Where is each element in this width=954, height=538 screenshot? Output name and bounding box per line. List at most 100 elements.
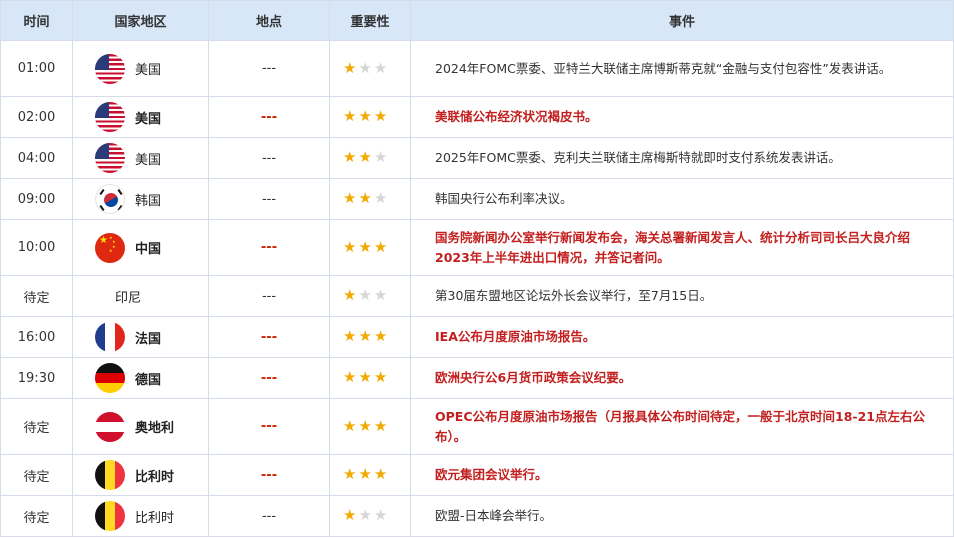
us-flag-icon xyxy=(95,53,125,84)
star-filled-icon: ★ xyxy=(373,327,388,345)
star-filled-icon: ★ xyxy=(358,368,372,386)
country-cell: 比利时 xyxy=(72,454,209,496)
event-cell: 2025年FOMC票委、克利夫兰联储主席梅斯特就即时支付系统发表讲话。 xyxy=(410,137,954,179)
importance-cell: ★ ★ ★ xyxy=(329,178,411,220)
event-time: 10:00 xyxy=(17,240,56,255)
importance-stars: ★ ★ ★ xyxy=(343,237,389,256)
importance-stars: ★ ★ ★ xyxy=(343,416,389,435)
header-time: 时间 xyxy=(0,0,73,41)
star-filled-icon: ★ xyxy=(358,189,372,207)
event-text: 欧盟-日本峰会举行。 xyxy=(435,508,553,523)
importance-cell: ★ ★ ★ xyxy=(329,40,411,97)
be-flag-icon xyxy=(95,501,125,531)
header-importance: 重要性 xyxy=(329,0,411,41)
place-value: --- xyxy=(260,329,278,345)
country-name: 法国 xyxy=(135,331,162,347)
place-value: --- xyxy=(260,240,278,255)
star-empty-icon: ★ xyxy=(373,506,388,524)
event-time: 09:00 xyxy=(17,191,56,207)
star-filled-icon: ★ xyxy=(358,237,372,256)
importance-stars: ★ ★ ★ xyxy=(343,329,389,344)
importance-stars: ★ ★ ★ xyxy=(343,508,389,523)
table-row: 待定 印尼 --- ★ ★ ★ 第30届东盟地区论坛外长会议举行，至7月15日。 xyxy=(0,275,954,317)
country-name: 美国 xyxy=(135,63,162,78)
country-cell: 比利时 xyxy=(72,495,209,537)
country-name: 印尼 xyxy=(115,290,142,306)
place-value: --- xyxy=(261,61,277,76)
place-cell: --- xyxy=(208,398,330,455)
star-empty-icon: ★ xyxy=(358,506,372,524)
at-flag-icon xyxy=(95,411,125,442)
star-empty-icon: ★ xyxy=(358,286,372,304)
event-cell: 欧元集团会议举行。 xyxy=(410,454,954,496)
place-cell: --- xyxy=(208,454,330,496)
event-text: 欧洲央行公6月货币政策会议纪要。 xyxy=(435,370,632,385)
table-row: 01:00 美国 --- ★ ★ ★ 2024年FOMC票委、亚特兰大联储主席博斯蒂克就“金… xyxy=(0,40,954,97)
place-value: --- xyxy=(260,109,278,125)
event-cell: 欧盟-日本峰会举行。 xyxy=(410,495,954,537)
place-value: --- xyxy=(260,419,278,434)
cn-flag-icon: ★ ★ ★ ★ ★ xyxy=(95,232,125,263)
star-filled-icon: ★ xyxy=(358,148,372,166)
country-cell: 法国 xyxy=(72,316,209,358)
place-value: --- xyxy=(261,508,277,524)
event-cell: 韩国央行公布利率决议。 xyxy=(410,178,954,220)
importance-cell: ★ ★ ★ xyxy=(329,96,411,138)
country-cell: 德国 xyxy=(72,357,209,399)
importance-cell: ★ ★ ★ xyxy=(329,219,411,276)
place-value: --- xyxy=(261,191,277,207)
place-cell: --- xyxy=(208,316,330,358)
star-filled-icon: ★ xyxy=(343,58,357,77)
header-place: 地点 xyxy=(208,0,330,41)
country-cell: 韩国 xyxy=(72,178,209,220)
place-cell: --- xyxy=(208,96,330,138)
header-event: 事件 xyxy=(410,0,954,41)
importance-cell: ★ ★ ★ xyxy=(329,495,411,537)
event-cell: 国务院新闻办公室举行新闻发布会，海关总署新闻发言人、统计分析司司长吕大良介绍20… xyxy=(410,219,954,276)
star-filled-icon: ★ xyxy=(373,416,388,435)
star-empty-icon: ★ xyxy=(373,189,388,207)
country-name: 韩国 xyxy=(135,193,162,209)
event-text: 2024年FOMC票委、亚特兰大联储主席博斯蒂克就“金融与支付包容性”发表讲话。 xyxy=(435,60,892,76)
importance-cell: ★ ★ ★ xyxy=(329,398,411,455)
star-empty-icon: ★ xyxy=(373,286,388,304)
time-cell: 02:00 xyxy=(0,96,73,138)
kr-flag-icon xyxy=(95,184,125,214)
country-name: 奥地利 xyxy=(135,421,175,436)
star-filled-icon: ★ xyxy=(343,327,357,345)
star-empty-icon: ★ xyxy=(358,58,372,77)
event-time: 待定 xyxy=(23,510,50,526)
star-filled-icon: ★ xyxy=(343,237,357,256)
table-row: 16:00 法国 --- ★ ★ ★ IEA公布月度原油市场报告。 xyxy=(0,316,954,358)
place-value: --- xyxy=(260,370,278,386)
star-filled-icon: ★ xyxy=(373,368,388,386)
economic-calendar-table: 时间 国家地区 地点 重要性 事件 01:00 美国 --- ★ ★ ★ 2024年FOMC… xyxy=(0,0,954,537)
time-cell: 04:00 xyxy=(0,137,73,179)
us-flag-icon xyxy=(95,143,125,173)
event-time: 01:00 xyxy=(17,61,56,76)
importance-stars: ★ ★ ★ xyxy=(343,150,389,165)
time-cell: 待定 xyxy=(0,275,73,317)
importance-stars: ★ ★ ★ xyxy=(343,109,389,124)
country-cell: 奥地利 xyxy=(72,398,209,455)
event-time: 待定 xyxy=(23,290,50,306)
time-cell: 10:00 xyxy=(0,219,73,276)
event-text: 美联储公布经济状况褐皮书。 xyxy=(435,109,598,124)
place-cell: --- xyxy=(208,137,330,179)
table-row: 待定 奥地利 --- ★ ★ ★ OPEC公布月度原油市场报告（月报具体公布时间待定，一般于… xyxy=(0,398,954,455)
event-time: 16:00 xyxy=(17,329,56,345)
star-filled-icon: ★ xyxy=(358,465,372,483)
table-row: 19:30 德国 --- ★ ★ ★ 欧洲央行公6月货币政策会议纪要。 xyxy=(0,357,954,399)
us-flag-icon xyxy=(95,102,125,132)
place-cell: --- xyxy=(208,275,330,317)
fr-flag-icon xyxy=(95,322,125,352)
header-country: 国家地区 xyxy=(72,0,209,41)
star-empty-icon: ★ xyxy=(373,148,388,166)
event-text: OPEC公布月度原油市场报告（月报具体公布时间待定，一般于北京时间18-21点左… xyxy=(435,408,925,444)
place-cell: --- xyxy=(208,357,330,399)
event-text: 国务院新闻办公室举行新闻发布会，海关总署新闻发言人、统计分析司司长吕大良介绍20… xyxy=(435,229,911,265)
star-filled-icon: ★ xyxy=(358,327,372,345)
time-cell: 19:30 xyxy=(0,357,73,399)
country-name: 比利时 xyxy=(135,510,175,526)
place-value: --- xyxy=(261,150,277,166)
